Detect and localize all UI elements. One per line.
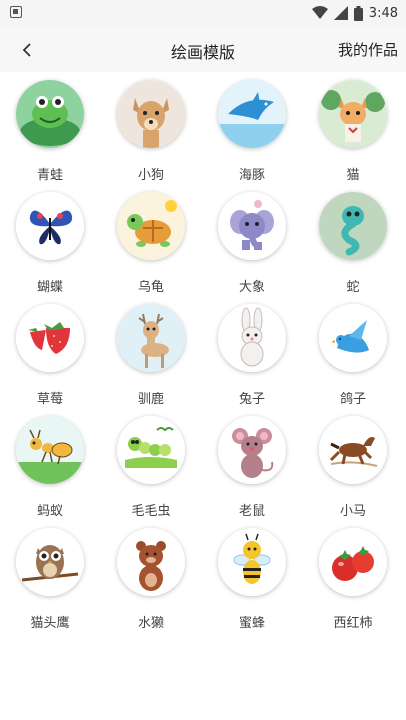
tomato-icon bbox=[319, 528, 387, 596]
template-label: 老鼠 bbox=[238, 504, 265, 519]
owl-icon bbox=[16, 528, 84, 596]
template-label: 海豚 bbox=[238, 168, 265, 183]
template-item-dolphin[interactable]: 海豚 bbox=[202, 72, 302, 184]
status-bar: 3:48 bbox=[0, 0, 406, 26]
template-item-cat[interactable]: 猫 bbox=[303, 72, 403, 184]
template-item-owl[interactable]: 猫头鹰 bbox=[0, 520, 100, 632]
template-item-snake[interactable]: 蛇 bbox=[303, 184, 403, 296]
reindeer-icon bbox=[117, 304, 185, 372]
otter-icon bbox=[117, 528, 185, 596]
ant-icon bbox=[16, 416, 84, 484]
template-label: 猫 bbox=[346, 168, 360, 183]
template-label: 青蛙 bbox=[36, 168, 63, 183]
strawberry-icon bbox=[16, 304, 84, 372]
template-label: 大象 bbox=[238, 280, 265, 295]
snake-icon bbox=[319, 192, 387, 260]
notification-icon bbox=[10, 6, 22, 18]
template-item-frog[interactable]: 青蛙 bbox=[0, 72, 100, 184]
template-item-pigeon[interactable]: 鸽子 bbox=[303, 296, 403, 408]
template-label: 蜜蜂 bbox=[238, 616, 265, 631]
template-label: 小马 bbox=[339, 504, 366, 519]
battery-icon bbox=[353, 5, 363, 21]
status-indicators: 3:48 bbox=[311, 4, 398, 22]
template-label: 草莓 bbox=[36, 392, 63, 407]
template-item-bee[interactable]: 蜜蜂 bbox=[202, 520, 302, 632]
bee-icon bbox=[218, 528, 286, 596]
template-item-turtle[interactable]: 乌龟 bbox=[101, 184, 201, 296]
template-label: 水獭 bbox=[137, 616, 164, 631]
template-label: 蚂蚁 bbox=[36, 504, 63, 519]
my-works-button[interactable]: 我的作品 bbox=[338, 39, 398, 60]
template-item-ant[interactable]: 蚂蚁 bbox=[0, 408, 100, 520]
status-time: 3:48 bbox=[368, 5, 398, 21]
butterfly-icon bbox=[16, 192, 84, 260]
wifi-icon bbox=[311, 6, 328, 19]
elephant-icon bbox=[218, 192, 286, 260]
template-label: 猫头鹰 bbox=[30, 616, 70, 631]
pigeon-icon bbox=[319, 304, 387, 372]
frog-icon bbox=[16, 80, 84, 148]
template-label: 驯鹿 bbox=[137, 392, 164, 407]
dog-icon bbox=[117, 80, 185, 148]
template-item-mouse[interactable]: 老鼠 bbox=[202, 408, 302, 520]
template-item-reindeer[interactable]: 驯鹿 bbox=[101, 296, 201, 408]
template-item-tomato[interactable]: 西红柿 bbox=[303, 520, 403, 632]
template-label: 小狗 bbox=[137, 168, 164, 183]
rabbit-icon bbox=[218, 304, 286, 372]
mouse-icon bbox=[218, 416, 286, 484]
template-item-dog[interactable]: 小狗 bbox=[101, 72, 201, 184]
template-item-horse[interactable]: 小马 bbox=[303, 408, 403, 520]
cat-icon bbox=[319, 80, 387, 148]
template-item-elephant[interactable]: 大象 bbox=[202, 184, 302, 296]
turtle-icon bbox=[117, 192, 185, 260]
template-item-rabbit[interactable]: 兔子 bbox=[202, 296, 302, 408]
template-item-strawberry[interactable]: 草莓 bbox=[0, 296, 100, 408]
dolphin-icon bbox=[218, 80, 286, 148]
template-label: 兔子 bbox=[238, 392, 265, 407]
template-label: 蝴蝶 bbox=[36, 280, 63, 295]
template-label: 西红柿 bbox=[333, 616, 373, 631]
app-header: 绘画模版 我的作品 bbox=[0, 26, 406, 72]
signal-icon bbox=[333, 6, 348, 20]
template-item-otter[interactable]: 水獭 bbox=[101, 520, 201, 632]
horse-icon bbox=[319, 416, 387, 484]
template-label: 鸽子 bbox=[339, 392, 366, 407]
template-label: 蛇 bbox=[346, 280, 360, 295]
template-label: 毛毛虫 bbox=[131, 504, 171, 519]
template-label: 乌龟 bbox=[137, 280, 164, 295]
template-item-butterfly[interactable]: 蝴蝶 bbox=[0, 184, 100, 296]
caterpillar-icon bbox=[117, 416, 185, 484]
template-item-caterpillar[interactable]: 毛毛虫 bbox=[101, 408, 201, 520]
